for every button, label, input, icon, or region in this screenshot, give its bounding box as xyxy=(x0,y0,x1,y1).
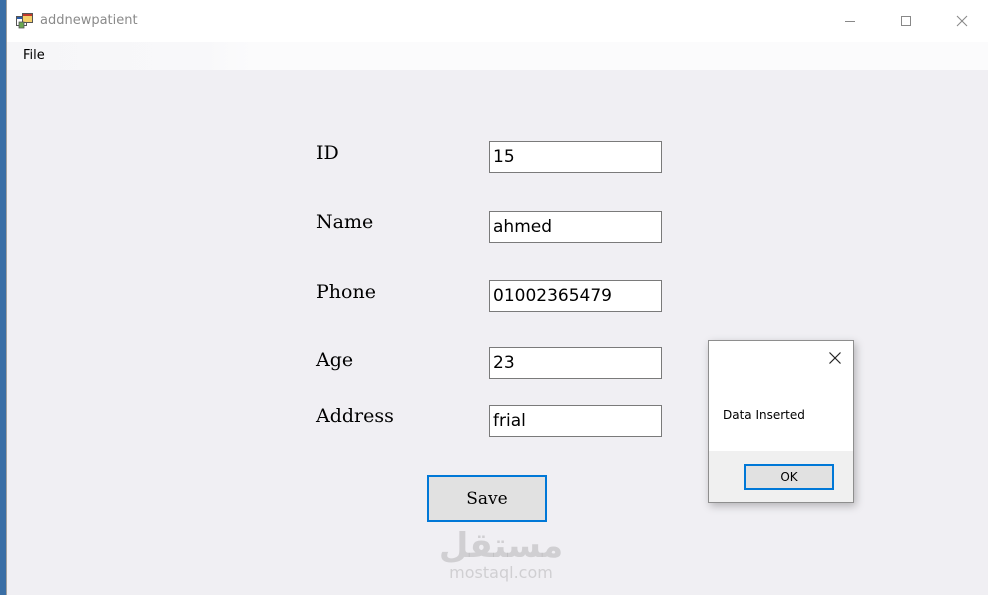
id-field[interactable] xyxy=(489,141,662,173)
close-button[interactable] xyxy=(934,0,988,42)
window-title: addnewpatient xyxy=(40,13,138,28)
dialog-footer: OK xyxy=(709,451,853,502)
dialog-message: Data Inserted xyxy=(723,408,805,422)
ok-button[interactable]: OK xyxy=(744,464,834,490)
name-field[interactable] xyxy=(489,211,662,243)
minimize-icon xyxy=(844,12,856,31)
close-icon xyxy=(828,350,842,369)
watermark-latin: mostaql.com xyxy=(449,563,553,582)
dialog-close-button[interactable] xyxy=(825,349,845,369)
maximize-button[interactable] xyxy=(878,0,934,42)
save-button[interactable]: Save xyxy=(427,475,547,522)
menu-item-file[interactable]: File xyxy=(23,48,45,63)
phone-label: Phone xyxy=(316,281,376,303)
menu-bar: File xyxy=(7,42,988,70)
name-label: Name xyxy=(316,211,374,233)
watermark: مستقل mostaql.com xyxy=(427,528,575,582)
maximize-icon xyxy=(900,12,912,31)
minimize-button[interactable] xyxy=(822,0,878,42)
watermark-arabic: مستقل xyxy=(438,526,564,566)
address-label: Address xyxy=(316,405,394,427)
app-window-icon xyxy=(16,13,33,29)
address-field[interactable] xyxy=(489,405,662,437)
age-label: Age xyxy=(316,349,354,371)
age-field[interactable] xyxy=(489,347,662,379)
message-dialog: Data Inserted OK xyxy=(708,340,854,503)
close-icon xyxy=(956,12,968,31)
app-window: addnewpatient File ID Name Phone Age Add… xyxy=(6,0,988,595)
phone-field[interactable] xyxy=(489,280,662,312)
title-bar[interactable]: addnewpatient xyxy=(7,0,988,42)
id-label: ID xyxy=(316,142,339,164)
